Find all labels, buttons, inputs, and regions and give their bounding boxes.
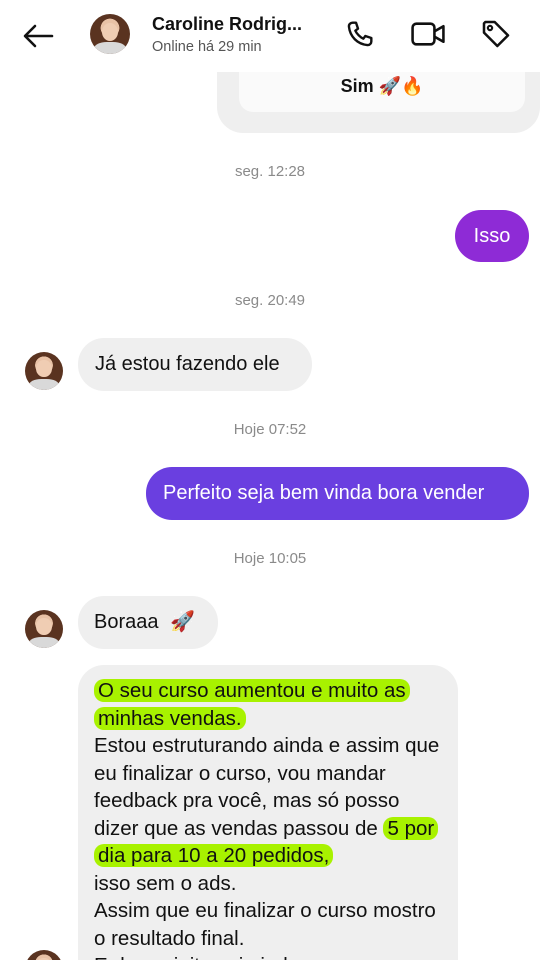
- outgoing-message[interactable]: Perfeito seja bem vinda bora vender: [146, 467, 529, 520]
- highlighted-text: O seu curso aumentou e muito as minhas v…: [94, 679, 410, 730]
- incoming-long-message[interactable]: O seu curso aumentou e muito as minhas v…: [78, 665, 458, 960]
- timestamp: Hoje 07:52: [233, 421, 307, 438]
- label-button[interactable]: [478, 16, 514, 52]
- sender-avatar[interactable]: [25, 352, 63, 390]
- incoming-message[interactable]: Já estou fazendo ele: [78, 338, 312, 391]
- contact-name[interactable]: Caroline Rodrig...: [152, 14, 302, 35]
- contact-avatar[interactable]: [90, 14, 130, 54]
- outgoing-message[interactable]: Isso: [455, 210, 529, 262]
- tag-icon: [482, 20, 510, 48]
- phone-icon: [347, 21, 373, 47]
- timestamp: seg. 20:49: [234, 292, 306, 309]
- rocket-emoji: 🚀: [170, 611, 195, 633]
- video-call-button[interactable]: [410, 16, 446, 52]
- incoming-message[interactable]: Boraaa 🚀: [78, 596, 218, 649]
- message-text: E desse jeito sai ainda: [94, 952, 442, 960]
- message-text: isso sem o ads.: [94, 871, 237, 895]
- chat-header: Caroline Rodrig... Online há 29 min: [0, 0, 540, 72]
- sender-avatar[interactable]: [25, 950, 63, 960]
- online-status: Online há 29 min: [152, 39, 262, 55]
- sender-avatar[interactable]: [25, 610, 63, 648]
- message-text: Boraaa: [94, 611, 159, 633]
- call-button[interactable]: [342, 16, 378, 52]
- timestamp: Hoje 10:05: [233, 550, 307, 567]
- video-icon: [411, 22, 445, 46]
- message-text: Assim que eu finalizar o curso mostro o …: [94, 899, 436, 950]
- timestamp: seg. 12:28: [234, 163, 306, 180]
- back-arrow-icon: [23, 24, 54, 48]
- back-button[interactable]: [18, 18, 58, 54]
